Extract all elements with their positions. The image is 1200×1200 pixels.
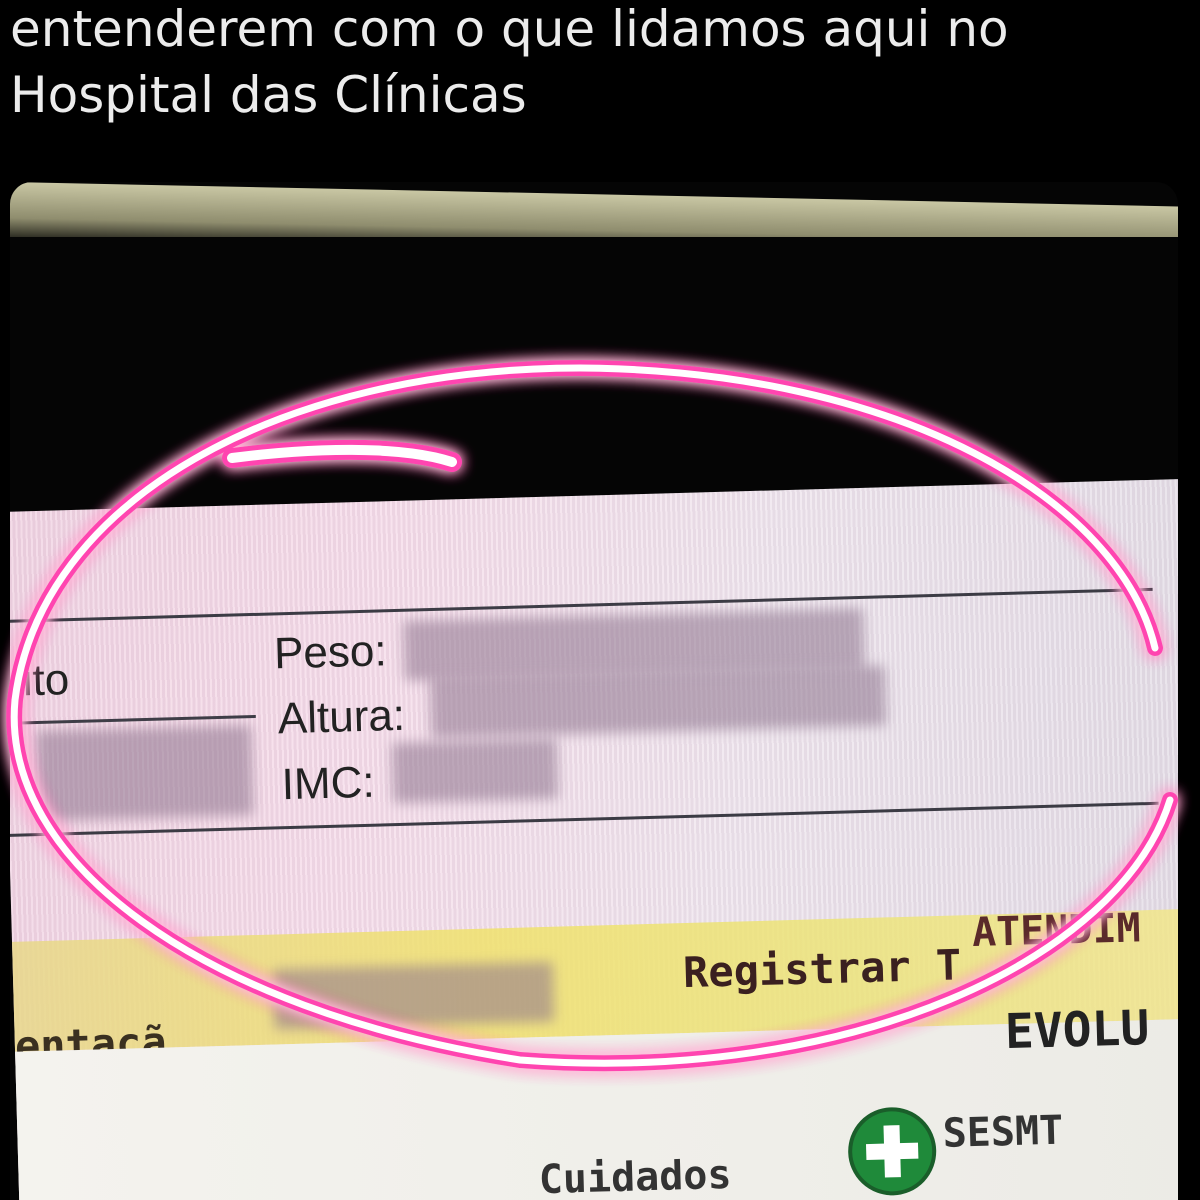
caption-line-1: entenderem com o que lidamos aqui no bbox=[10, 0, 1009, 58]
sesmt-menu-item[interactable]: SESMT bbox=[942, 1108, 1064, 1157]
partial-field-label: ito bbox=[22, 655, 70, 706]
caption-line-2: Hospital das Clínicas bbox=[10, 66, 527, 124]
weight-label: Peso: bbox=[273, 626, 388, 679]
attached-photo[interactable]: ito Peso: Altura: IMC: Registrar T ATEND… bbox=[10, 182, 1178, 1200]
register-teleconsult-suffix[interactable]: ATENDIM bbox=[971, 905, 1141, 956]
care-menu-item[interactable]: Cuidados bbox=[538, 1152, 732, 1200]
monitor-screen: ito Peso: Altura: IMC: Registrar T ATEND… bbox=[10, 478, 1178, 1200]
register-teleconsult-button[interactable]: Registrar T bbox=[682, 940, 961, 997]
redacted-left-field bbox=[36, 725, 254, 822]
redacted-action-field bbox=[272, 961, 555, 1030]
height-label: Altura: bbox=[277, 690, 406, 744]
post-caption: entenderem com o que lidamos aqui no Hos… bbox=[10, 0, 1190, 128]
bmi-label: IMC: bbox=[281, 757, 376, 810]
redacted-bmi-value bbox=[391, 738, 559, 804]
redacted-height-value bbox=[429, 665, 887, 739]
evolution-tab-partial[interactable]: EVOLU bbox=[1004, 1000, 1150, 1060]
